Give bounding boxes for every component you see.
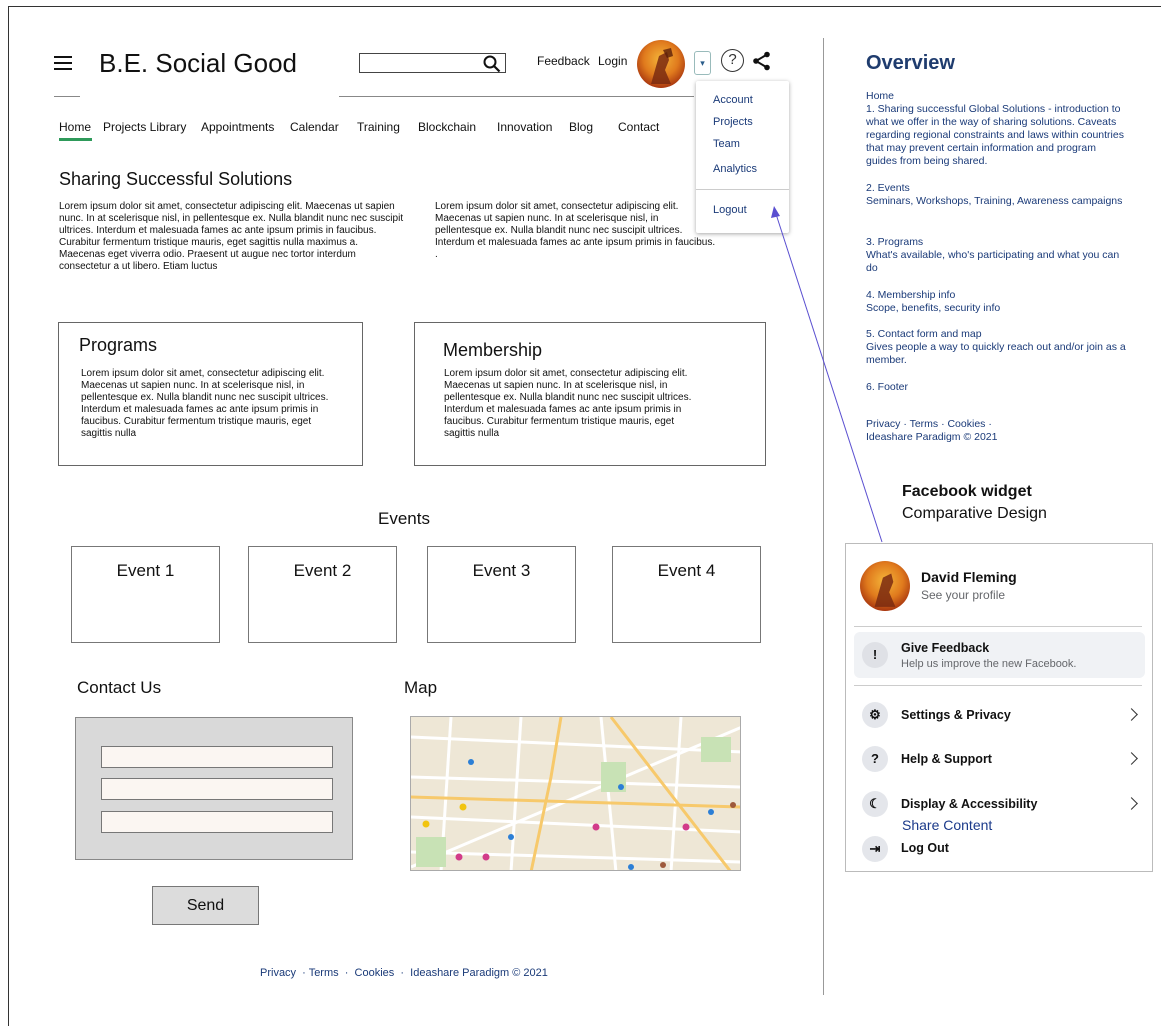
widget-subtitle: Comparative Design [902,505,1047,522]
share-content-link[interactable]: Share Content [902,817,992,833]
overview-home: Home [866,90,895,102]
footer-links[interactable]: Privacy · Terms · Cookies · Ideashare Pa… [260,967,548,979]
event-title: Event 2 [293,561,352,580]
login-link[interactable]: Login [598,54,627,68]
section-title: Sharing Successful Solutions [59,169,293,189]
nav-appointments[interactable]: Appointments [201,120,274,134]
overview-section-5: 5. Contact form and map Gives people a w… [866,328,1126,366]
search-icon[interactable] [483,55,501,73]
contact-field-3[interactable] [101,811,333,833]
event-title: Event 1 [116,561,175,580]
overview-section-4: 4. Membership info Scope, benefits, secu… [866,289,1001,314]
card-divider [854,626,1142,627]
card-divider [854,685,1142,686]
give-feedback-sub: Help us improve the new Facebook. [901,658,1077,670]
overview-footer: Privacy · Terms · Cookies · Ideashare Pa… [866,418,998,443]
facebook-menu-card: David Fleming See your profile ! Give Fe… [845,543,1153,872]
nav-calendar[interactable]: Calendar [290,120,339,134]
event-title: Event 3 [472,561,531,580]
menu-item-projects[interactable]: Projects [713,116,753,128]
menu-item-team[interactable]: Team [713,138,740,150]
nav-blog[interactable]: Blog [569,120,593,134]
header-divider [54,96,80,97]
annotation-arrow [771,206,883,543]
event-card-3[interactable]: Event 3 [427,546,576,643]
moon-icon: ☾ [862,791,888,817]
map-image[interactable] [410,716,741,871]
profile-avatar[interactable] [860,561,910,611]
nav-contact[interactable]: Contact [618,120,659,134]
logout-icon: ⇥ [862,836,888,862]
account-dropdown-toggle[interactable]: ▾ [694,51,711,75]
feedback-icon: ! [862,642,888,668]
settings-privacy-label: Settings & Privacy [901,708,1011,722]
membership-card: Membership Lorem ipsum dolor sit amet, c… [414,322,766,466]
feedback-link[interactable]: Feedback [537,54,590,68]
event-card-1[interactable]: Event 1 [71,546,220,643]
search-input[interactable] [359,53,506,73]
nav-active-underline [59,138,92,141]
menu-item-analytics[interactable]: Analytics [713,163,757,175]
overview-section-1: 1. Sharing successful Global Solutions -… [866,103,1124,167]
nav-projects-library[interactable]: Projects Library [103,120,186,134]
question-icon: ? [862,746,888,772]
overview-section-6: 6. Footer [866,381,909,393]
help-support-row[interactable]: ? Help & Support [846,744,1152,774]
profile-link[interactable]: See your profile [921,588,1005,602]
event-card-4[interactable]: Event 4 [612,546,761,643]
sharing-text-col2: Lorem ipsum dolor sit amet, consectetur … [435,201,716,260]
overview-section-2: 2. Events Seminars, Workshops, Training,… [866,182,1123,207]
events-title: Events [378,509,430,528]
gear-icon: ⚙ [862,702,888,728]
programs-text: Lorem ipsum dolor sit amet, consectetur … [81,368,329,439]
programs-title: Programs [79,335,158,355]
nav-home[interactable]: Home [59,120,91,134]
give-feedback-label: Give Feedback [901,641,990,655]
menu-item-account[interactable]: Account [713,94,753,106]
chevron-right-icon [1125,708,1138,721]
help-icon[interactable]: ? [721,49,744,72]
chevron-right-icon [1125,752,1138,765]
contact-field-2[interactable] [101,778,333,800]
event-card-2[interactable]: Event 2 [248,546,397,643]
menu-separator [696,189,789,190]
contact-title: Contact Us [77,678,162,697]
chevron-right-icon [1125,797,1138,810]
sharing-text-col1: Lorem ipsum dolor sit amet, consectetur … [59,201,404,272]
contact-field-1[interactable] [101,746,333,768]
log-out-label: Log Out [901,841,949,855]
display-accessibility-label: Display & Accessibility [901,797,1038,811]
programs-card: Programs Lorem ipsum dolor sit amet, con… [58,322,363,466]
nav-blockchain[interactable]: Blockchain [418,120,476,134]
header-divider [339,96,694,97]
membership-title: Membership [443,340,543,360]
avatar[interactable] [637,40,685,88]
nav-innovation[interactable]: Innovation [497,120,552,134]
display-accessibility-row[interactable]: ☾ Display & Accessibility [846,789,1152,819]
membership-text: Lorem ipsum dolor sit amet, consectetur … [444,368,692,439]
site-title: B.E. Social Good [99,48,297,78]
give-feedback-row[interactable]: ! Give Feedback Help us improve the new … [854,632,1145,678]
event-title: Event 4 [657,561,716,580]
overview-section-3: 3. Programs What's available, who's part… [866,236,1120,274]
profile-name[interactable]: David Fleming [921,569,1017,585]
log-out-row[interactable]: ⇥ Log Out [846,834,1152,864]
share-icon[interactable] [752,51,772,71]
nav-training[interactable]: Training [357,120,400,134]
map-title: Map [404,678,438,697]
contact-form [75,717,353,860]
send-button[interactable]: Send [152,886,259,925]
overview-title: Overview [866,52,955,74]
help-support-label: Help & Support [901,752,992,766]
hamburger-menu-icon[interactable] [54,56,72,70]
settings-privacy-row[interactable]: ⚙ Settings & Privacy [846,700,1152,730]
widget-title: Facebook widget [902,483,1032,500]
menu-item-logout[interactable]: Logout [713,204,747,216]
